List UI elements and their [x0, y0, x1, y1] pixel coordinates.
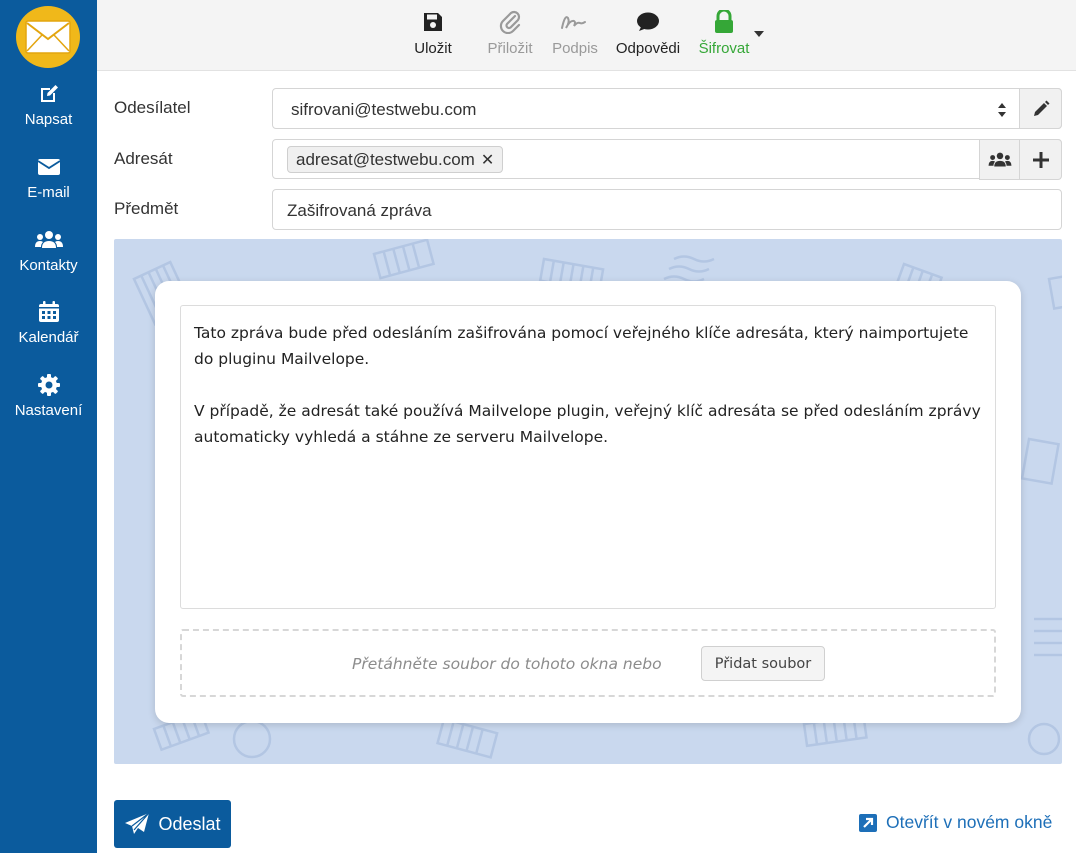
responses-button[interactable]: Odpovědi [614, 10, 682, 58]
recipient-tag: adresat@testwebu.com ✕ [287, 146, 504, 173]
sidebar-item-settings[interactable]: Nastavení [0, 373, 97, 435]
sidebar: Napsat E-mail Kontakty Kalendář Nastaven… [0, 0, 97, 853]
edit-icon [40, 85, 58, 102]
recipient-field[interactable]: adresat@testwebu.com ✕ [272, 139, 1062, 180]
attachment-dropzone[interactable]: Přetáhněte soubor do tohoto okna nebo Př… [180, 629, 996, 697]
from-label: Odesílatel [114, 98, 191, 117]
calendar-icon [38, 301, 59, 322]
external-link-icon [859, 813, 877, 832]
add-file-button[interactable]: Přidat soubor [701, 646, 825, 681]
lock-icon [715, 10, 733, 33]
floppy-disk-icon [424, 13, 442, 31]
subject-value: Zašifrovaná zpráva [287, 201, 432, 220]
users-icon [34, 231, 63, 248]
sidebar-item-label: Kontakty [19, 257, 78, 274]
dropzone-text: Přetáhněte soubor do tohoto okna nebo [352, 655, 662, 673]
address-book-button[interactable] [979, 139, 1020, 180]
attach-button[interactable]: Přiložit [484, 10, 536, 58]
plus-icon [1032, 151, 1049, 168]
sidebar-item-label: E-mail [27, 184, 70, 201]
edit-identity-button[interactable] [1019, 88, 1062, 129]
envelope-icon [37, 159, 60, 175]
sidebar-item-contacts[interactable]: Kontakty [0, 228, 97, 290]
paperclip-icon [499, 10, 521, 34]
sidebar-item-email[interactable]: E-mail [0, 155, 97, 217]
compose-toolbar: Uložit Přiložit Podpis Odpovědi Šifrovat [97, 0, 1076, 71]
select-arrows-icon [998, 103, 1006, 117]
signature-icon [561, 16, 586, 29]
from-select[interactable]: sifrovani@testwebu.com [272, 88, 1062, 129]
comment-icon [637, 12, 659, 31]
subject-label: Předmět [114, 199, 179, 218]
sidebar-item-calendar[interactable]: Kalendář [0, 300, 97, 362]
sidebar-item-label: Napsat [24, 111, 73, 128]
to-label: Adresát [114, 149, 173, 168]
encrypt-options-caret[interactable] [754, 31, 764, 37]
envelope-logo-icon [25, 20, 71, 54]
open-in-new-window-link[interactable]: Otevřít v novém okně [858, 812, 1052, 833]
encrypt-button[interactable]: Šifrovat [696, 10, 752, 58]
message-body-editor[interactable]: Tato zpráva bude před odesláním zašifrov… [180, 305, 996, 609]
sidebar-item-compose[interactable]: Napsat [0, 82, 97, 144]
save-button[interactable]: Uložit [410, 10, 456, 58]
remove-recipient-icon[interactable]: ✕ [481, 150, 494, 170]
users-icon [988, 152, 1011, 167]
paper-plane-icon [125, 812, 150, 834]
send-button[interactable]: Odeslat [114, 800, 231, 848]
pencil-icon [1033, 100, 1049, 116]
subject-input[interactable]: Zašifrovaná zpráva [272, 189, 1062, 230]
from-value: sifrovani@testwebu.com [291, 100, 477, 119]
sidebar-item-label: Kalendář [18, 329, 79, 346]
sidebar-item-label: Nastavení [14, 402, 83, 419]
message-paragraph: Tato zpráva bude před odesláním zašifrov… [194, 324, 969, 368]
gear-icon [37, 374, 60, 396]
message-paragraph: V případě, že adresát také používá Mailv… [194, 402, 981, 446]
signature-button[interactable]: Podpis [550, 10, 600, 58]
app-logo[interactable] [16, 6, 80, 68]
recipient-address: adresat@testwebu.com [296, 149, 475, 169]
add-recipient-button[interactable] [1019, 139, 1062, 180]
